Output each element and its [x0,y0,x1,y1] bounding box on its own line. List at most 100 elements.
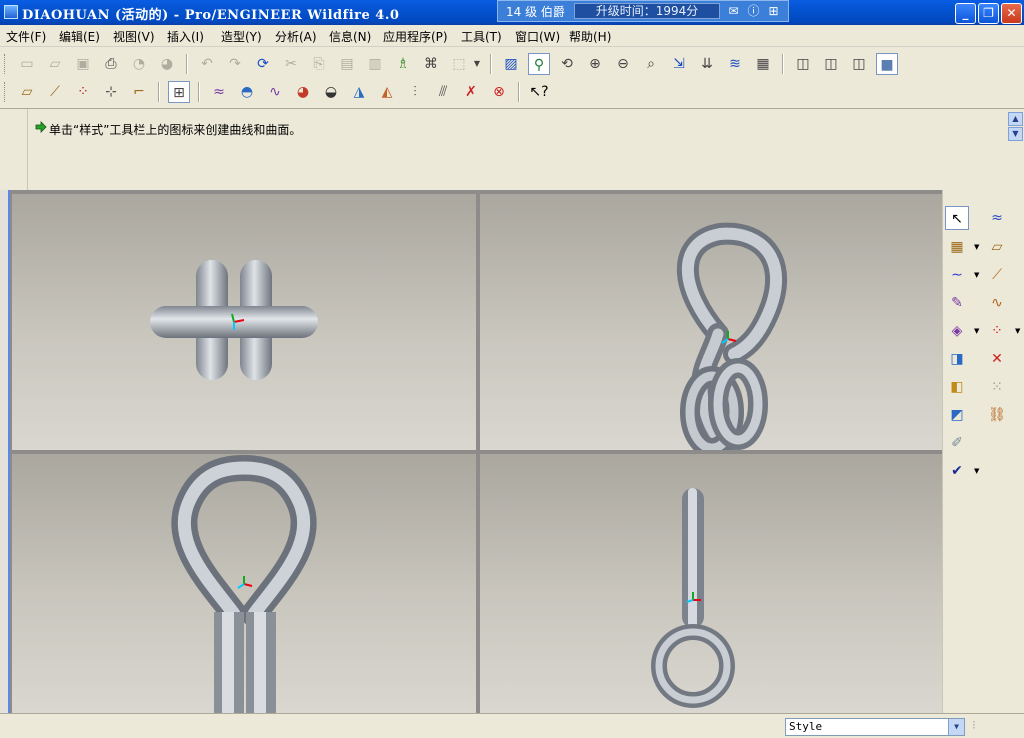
zoom-in-icon[interactable]: ⊕ [584,53,606,75]
active-plane-icon[interactable]: ▦ [945,235,969,259]
hide-analysis-icon[interactable]: ⊗ [488,81,510,103]
surface-trim-icon[interactable]: ◧ [945,375,969,399]
no-hidden-icon[interactable]: ◫ [848,53,870,75]
message-scrollbar[interactable]: ▲ ▼ [1008,112,1023,142]
dihedral-icon[interactable]: ⫻ [432,81,454,103]
regen-manager-icon[interactable]: ♗ [392,53,414,75]
chevron-down-icon[interactable]: ▼ [974,468,980,475]
surface-icon[interactable]: ◈ [945,319,969,343]
cut-icon[interactable]: ✂ [280,53,302,75]
view-pane-side[interactable] [480,454,942,713]
chevron-down-icon[interactable]: ▼ [948,719,964,735]
view-manager-icon[interactable]: ▦ [752,53,774,75]
pen-icon[interactable]: ✐ [945,431,969,455]
select-icon[interactable]: ↖ [945,206,969,230]
orient-mode-icon[interactable]: ⟲ [556,53,578,75]
expand-icon[interactable]: ⊞ [766,4,781,18]
view-pane-front[interactable] [12,454,476,713]
chevron-down-icon[interactable]: ▼ [974,328,980,335]
regenerate-icon[interactable]: ⟳ [252,53,274,75]
menu-insert[interactable]: 插入(I) [167,28,204,45]
menu-edit[interactable]: 编辑(E) [59,28,100,45]
draft-icon[interactable]: ◭ [376,81,398,103]
scroll-down-icon[interactable]: ▼ [1008,127,1023,141]
reflection-icon[interactable]: ◒ [320,81,342,103]
hidden-line-icon[interactable]: ◫ [820,53,842,75]
shading-icon[interactable]: ■ [876,53,898,75]
trim-icon[interactable]: ✕ [985,347,1009,371]
menu-help[interactable]: 帮助(H) [569,28,611,45]
refit-icon[interactable]: ⌕ [640,53,662,75]
surface-connect-icon[interactable]: ◨ [945,347,969,371]
curve-link-icon[interactable]: ⛓ [985,403,1009,427]
redo-icon[interactable]: ↷ [224,53,246,75]
free-curve-icon[interactable]: ∿ [985,291,1009,315]
section-icon[interactable]: ◓ [236,81,258,103]
point-set-icon[interactable]: ⁙ [985,375,1009,399]
copy-icon[interactable]: ⎘ [308,53,330,75]
graphics-window[interactable] [0,190,942,713]
chevron-down-icon[interactable]: ▼ [472,53,482,75]
undo-icon[interactable]: ↶ [196,53,218,75]
datum-point-icon[interactable]: ⁘ [72,81,94,103]
spin-center-icon[interactable]: ⚲ [528,53,550,75]
menu-applications[interactable]: 应用程序(P) [383,28,448,45]
select-box-icon[interactable]: ⬚ [448,53,470,75]
surface-edit-icon[interactable]: ◩ [945,403,969,427]
datum-axis-icon[interactable]: ⟋ [44,81,66,103]
reorient-icon[interactable]: ⇲ [668,53,690,75]
mail-icon[interactable]: ✉ [726,4,741,18]
four-view-icon[interactable]: ⊞ [168,81,190,103]
offset-icon[interactable]: ∿ [264,81,286,103]
view-pane-iso[interactable] [480,194,942,450]
scroll-up-icon[interactable]: ▲ [1008,112,1023,126]
paste-special-icon[interactable]: ▥ [364,53,386,75]
minimize-button[interactable]: _ [955,3,976,24]
internal-plane-icon[interactable]: ▱ [985,235,1009,259]
find-icon[interactable]: ⌘ [420,53,442,75]
selection-filter[interactable]: Style ▼ [785,718,965,736]
done-icon[interactable]: ✔ [945,459,969,483]
send-mail-icon[interactable]: ◔ [128,53,150,75]
curve-point-icon[interactable]: ⁘ [985,319,1009,343]
menu-info[interactable]: 信息(N) [329,28,371,45]
print-icon[interactable]: ⎙ [100,53,122,75]
close-button[interactable]: ✕ [1001,3,1022,24]
layers-icon[interactable]: ≋ [724,53,746,75]
shade-icon[interactable]: ◮ [348,81,370,103]
paste-icon[interactable]: ▤ [336,53,358,75]
chevron-down-icon[interactable]: ▼ [1015,328,1021,335]
menu-file[interactable]: 文件(F) [6,28,46,45]
chevron-down-icon[interactable]: ▼ [974,272,980,279]
delete-analysis-icon[interactable]: ✗ [460,81,482,103]
maximize-button[interactable]: ❐ [978,3,999,24]
toolbar-grip[interactable] [4,54,7,74]
slope-icon[interactable]: ⫶ [404,81,426,103]
saved-views-icon[interactable]: ⇊ [696,53,718,75]
app-icon[interactable] [4,5,18,19]
zoom-out-icon[interactable]: ⊖ [612,53,634,75]
repaint-icon[interactable]: ▨ [500,53,522,75]
toolbar-grip[interactable] [4,82,7,102]
edit-curve-icon[interactable]: ✎ [945,291,969,315]
help-pointer-icon[interactable]: ↖? [528,81,550,103]
menu-analysis[interactable]: 分析(A) [275,28,317,45]
gaussian-icon[interactable]: ◕ [292,81,314,103]
coord-sys-icon[interactable]: ⊹ [100,81,122,103]
datum-display-icon[interactable]: ⌐ [128,81,150,103]
menu-view[interactable]: 视图(V) [113,28,155,45]
cos-curve-icon[interactable]: ⟋ [985,263,1009,287]
new-icon[interactable]: ▭ [16,53,38,75]
info-icon[interactable]: ⓘ [746,4,761,18]
save-icon[interactable]: ▣ [72,53,94,75]
menu-tools[interactable]: 工具(T) [461,28,502,45]
navigator-collapse-strip[interactable] [0,190,10,713]
chevron-down-icon[interactable]: ▼ [974,244,980,251]
curve-icon[interactable]: ∼ [945,263,969,287]
menu-style[interactable]: 造型(Y) [221,28,262,45]
open-icon[interactable]: ▱ [44,53,66,75]
view-pane-top[interactable] [12,194,476,450]
curvature-icon[interactable]: ≈ [208,81,230,103]
send-mail2-icon[interactable]: ◕ [156,53,178,75]
datum-plane-icon[interactable]: ▱ [16,81,38,103]
